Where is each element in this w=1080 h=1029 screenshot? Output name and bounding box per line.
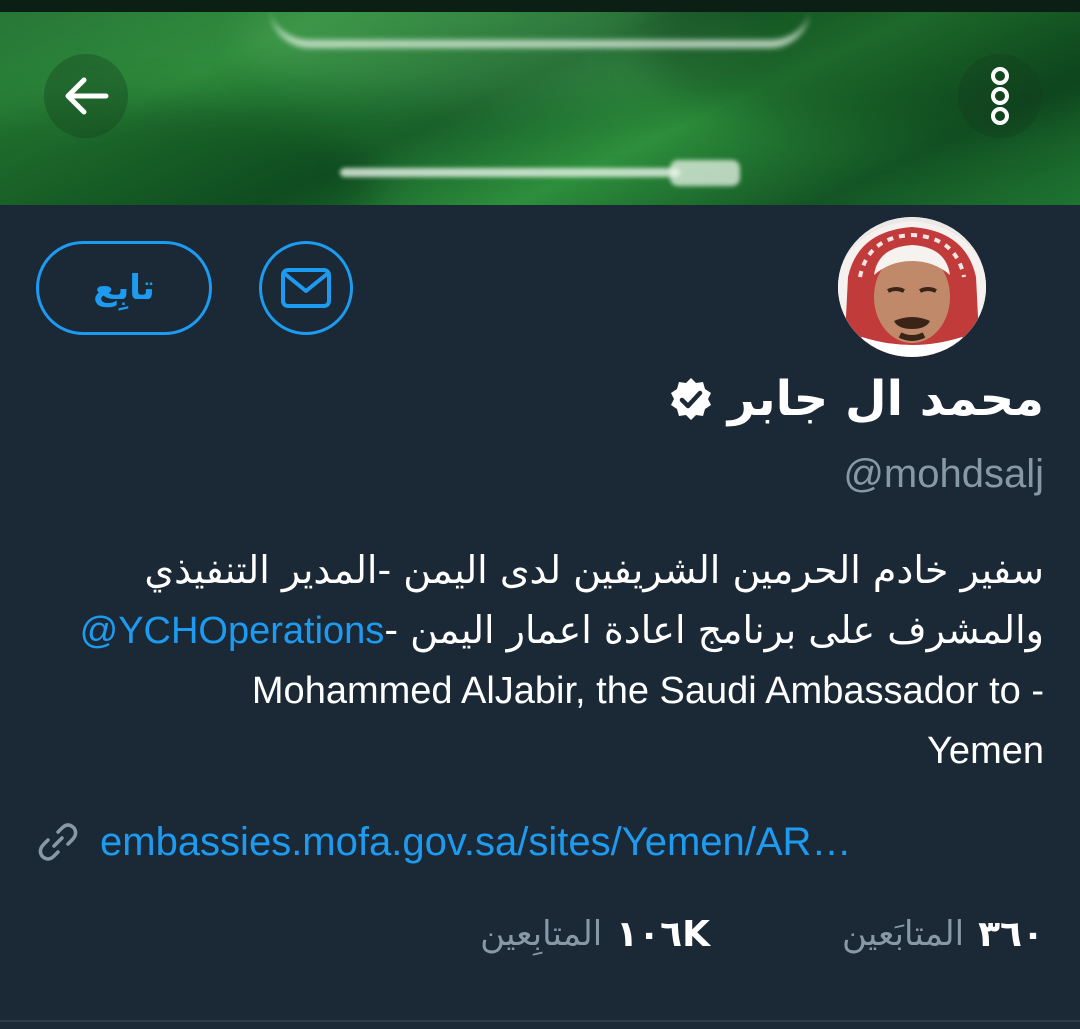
avatar-photo [838, 217, 986, 357]
bio-line-2: والمشرف على برنامج اعادة اعمار اليمن -@Y… [34, 600, 1044, 661]
verified-badge-icon [670, 378, 711, 420]
followers-stat[interactable]: ١٠٦K المتابِعين [480, 904, 710, 964]
followers-label: المتابِعين [480, 914, 603, 954]
following-count: ٣٦٠ [978, 913, 1044, 955]
top-strip [0, 0, 1080, 12]
profile-banner[interactable] [0, 12, 1080, 205]
follow-button-label: تابِع [93, 268, 155, 308]
banner-flag-script [270, 12, 810, 48]
divider [0, 1020, 1080, 1022]
link-icon [38, 823, 78, 861]
banner-flag-sword [340, 160, 740, 186]
profile-bio: سفير خادم الحرمين الشريفين لدى اليمن -ال… [34, 540, 1044, 781]
name-row: محمد ال جابر [668, 366, 1044, 432]
bio-line-1: سفير خادم الحرمين الشريفين لدى اليمن -ال… [144, 548, 1044, 592]
bio-line-4: Yemen [927, 730, 1044, 772]
arrow-left-icon [65, 77, 109, 115]
display-name: محمد ال جابر [727, 371, 1044, 427]
profile-link-row[interactable]: embassies.mofa.gov.sa/sites/Yemen/AR… [36, 812, 851, 872]
envelope-icon [281, 268, 331, 308]
message-button[interactable] [259, 241, 353, 335]
avatar[interactable] [834, 213, 990, 361]
bio-mention-link[interactable]: @YCHOperations [80, 610, 385, 652]
followers-count: ١٠٦K [616, 913, 710, 955]
follow-button[interactable]: تابِع [36, 241, 212, 335]
bio-line-3: Mohammed AlJabir, the Saudi Ambassador t… [251, 670, 1044, 712]
following-label: المتابَعين [841, 914, 965, 954]
user-handle: @mohdsalj [843, 452, 1044, 496]
following-stat[interactable]: ٣٦٠ المتابَعين [842, 904, 1044, 964]
follow-stats: ٣٦٠ المتابَعين ١٠٦K المتابِعين [0, 904, 1080, 964]
bio-line-2-text: والمشرف على برنامج اعادة اعمار اليمن - [384, 608, 1044, 652]
more-options-button[interactable] [958, 54, 1042, 138]
profile-link[interactable]: embassies.mofa.gov.sa/sites/Yemen/AR… [100, 820, 851, 865]
more-vertical-icon [991, 67, 1009, 125]
back-button[interactable] [44, 54, 128, 138]
